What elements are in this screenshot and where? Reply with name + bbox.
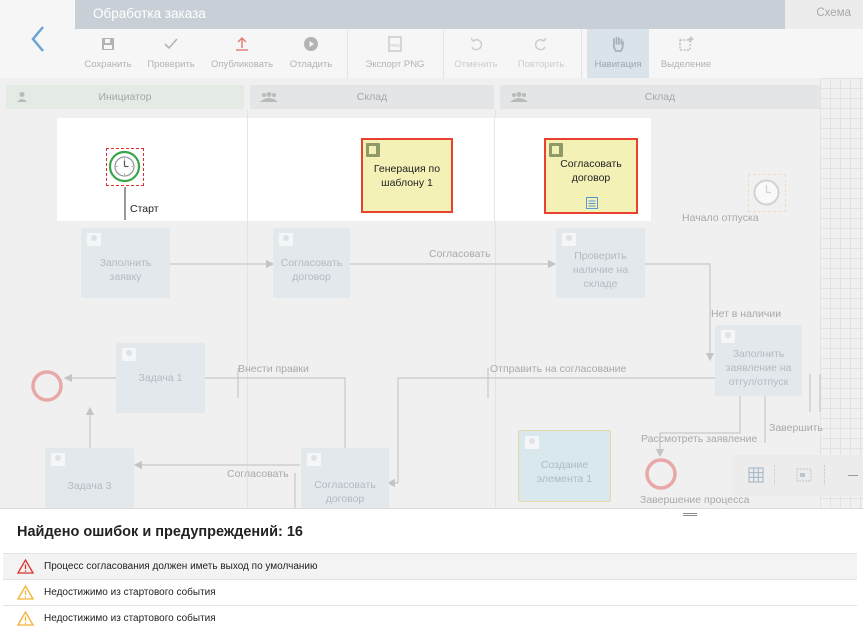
diagram-canvas[interactable]: Инициатор Склад Склад Заполнить заявку С… (0, 78, 863, 508)
redo-icon (534, 37, 547, 51)
flow-label-finish: Завершить (769, 422, 823, 434)
floppy-icon (102, 38, 114, 50)
title-bar: Обработка заказа (75, 0, 785, 29)
timer-start-event-vacation[interactable] (748, 174, 786, 212)
lane-divider (247, 118, 248, 221)
task-fill-request[interactable]: Заполнить заявку (81, 228, 170, 298)
back-button[interactable] (0, 0, 75, 78)
panel-resize-handle[interactable] (683, 513, 697, 516)
toolbar-divider (443, 29, 444, 78)
app-header: Обработка заказа Схема Сохранить Провери… (0, 0, 863, 78)
play-circle-icon (304, 37, 318, 51)
start-connector (124, 187, 126, 220)
toolbar-divider (347, 29, 348, 78)
svg-text:PNG: PNG (390, 43, 400, 48)
validation-panel-title: Найдено ошибок и предупреждений: 16 (17, 524, 303, 540)
mode-tab-schema[interactable]: Схема (785, 0, 863, 29)
lane-divider (494, 118, 495, 221)
navigation-mode-button[interactable]: Навигация (587, 29, 649, 78)
save-button[interactable]: Сохранить (83, 29, 133, 78)
debug-button[interactable]: Отладить (285, 29, 337, 78)
warning-triangle-icon (17, 585, 34, 600)
tools-divider (774, 465, 775, 485)
warning-triangle-icon (17, 611, 34, 626)
check-button[interactable]: Проверить (143, 29, 199, 78)
validation-panel: Найдено ошибок и предупреждений: 16 Проц… (0, 508, 863, 632)
timer-event-label: Начало отпуска (682, 212, 759, 224)
tools-divider (824, 465, 825, 485)
document-template-icon (366, 143, 380, 157)
list-icon (586, 197, 598, 209)
toolbar-divider (581, 29, 582, 78)
canvas-tools (732, 455, 863, 496)
task-approve-contract-3[interactable]: Согласовать договор (301, 448, 389, 508)
flow-label-not-in-stock: Нет в наличии (711, 308, 782, 320)
flow-label-review-request: Рассмотреть заявление (641, 433, 758, 445)
task-3[interactable]: Задача 3 (45, 448, 134, 508)
start-event-label: Старт (130, 203, 159, 215)
export-png-button[interactable]: PNG Экспорт PNG (357, 29, 433, 78)
task-approve-contract-2[interactable]: Согласовать договор (273, 228, 350, 298)
task-check-stock[interactable]: Проверить наличие на складе (556, 228, 645, 298)
undo-button[interactable]: Отменить (451, 29, 501, 78)
selection-icon (679, 36, 694, 51)
flow-label-approve-2: Согласовать (227, 468, 289, 480)
validation-item[interactable]: Недостижимо из стартового события (3, 605, 857, 631)
chevron-left-icon (30, 26, 44, 52)
checkmark-icon (164, 38, 178, 50)
selection-mode-button[interactable]: Выделение (655, 29, 717, 78)
upload-icon (236, 37, 248, 51)
flow-label-approve: Согласовать (429, 248, 491, 260)
zoom-out-icon[interactable] (848, 475, 858, 476)
flow-label-send-approval: Отправить на согласование (490, 363, 627, 375)
hand-icon (612, 36, 624, 52)
redo-button[interactable]: Повторить (511, 29, 571, 78)
task-generate-from-template[interactable]: Генерация по шаблону 1 (361, 138, 453, 213)
task-create-element[interactable]: Создание элемента 1 (518, 430, 611, 502)
minimap-icon[interactable] (796, 468, 812, 482)
validation-item[interactable]: Недостижимо из стартового события (3, 579, 857, 605)
error-triangle-icon (17, 559, 34, 574)
process-title: Обработка заказа (93, 6, 206, 21)
clock-icon (753, 179, 780, 206)
toolbar: Сохранить Проверить Опубликовать Отладит… (75, 29, 863, 78)
task-1[interactable]: Задача 1 (116, 343, 205, 413)
task-approve-contract[interactable]: Согласовать договор (544, 138, 638, 214)
grid-toggle-icon[interactable] (748, 467, 764, 483)
publish-button[interactable]: Опубликовать (209, 29, 275, 78)
approval-task-icon (549, 143, 563, 157)
flow-label-edit: Внести правки (238, 363, 309, 375)
task-fill-vacation[interactable]: Заполнить заявление на отгул/отпуск (715, 325, 802, 396)
validation-item[interactable]: Процесс согласования должен иметь выход … (3, 553, 857, 579)
png-file-icon: PNG (388, 36, 402, 52)
undo-icon (470, 37, 483, 51)
